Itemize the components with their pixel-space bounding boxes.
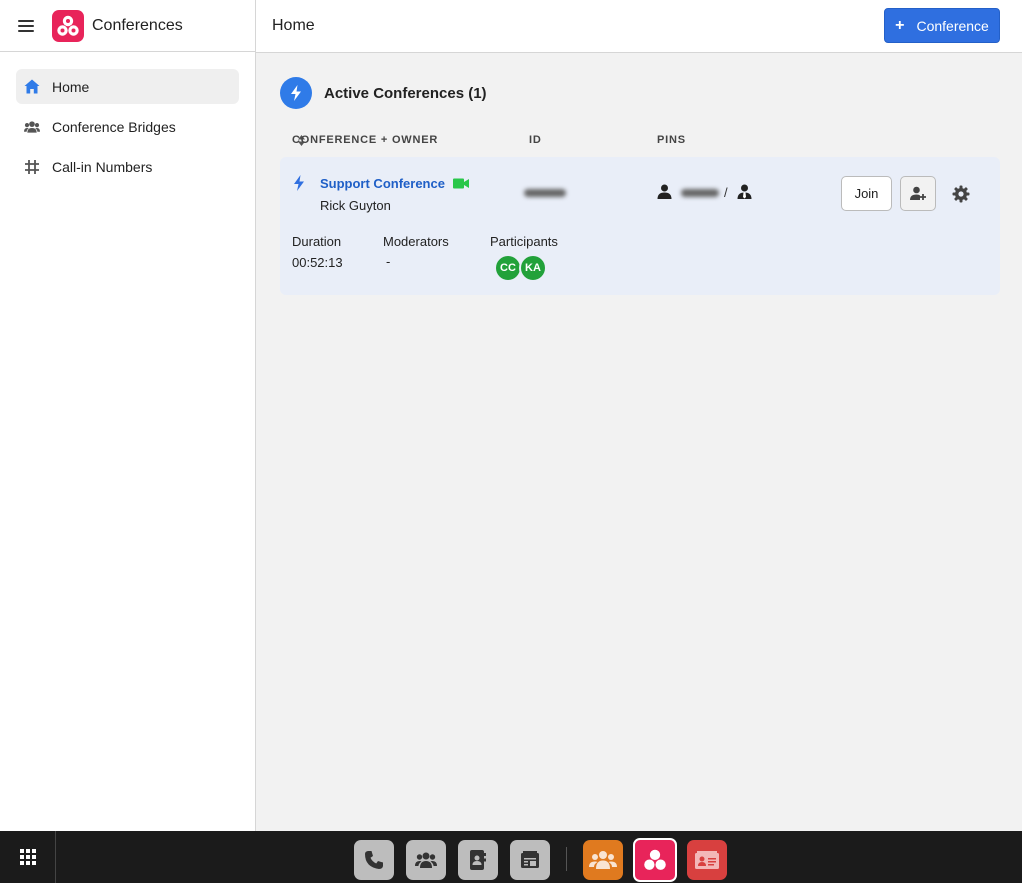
add-participant-button[interactable]: [900, 176, 936, 211]
conferences-logo-icon: [52, 9, 84, 42]
column-header-id: ID: [529, 134, 542, 146]
participants-label: Participants: [490, 234, 558, 249]
sidebar-item-label: Call-in Numbers: [52, 158, 153, 175]
directory-icon: [695, 851, 719, 869]
conference-owner: Rick Guyton: [320, 198, 391, 213]
phone-icon: [365, 851, 383, 869]
sidebar-item-label: Conference Bridges: [52, 118, 176, 135]
conferences-icon: [644, 849, 666, 870]
moderators-value: -: [386, 254, 391, 269]
plus-icon: +: [895, 16, 905, 34]
sidebar-header: Conferences: [0, 0, 255, 52]
dock-conferences-app[interactable]: [633, 838, 677, 882]
column-header-pins: PINS: [657, 134, 686, 146]
dock-fax-app[interactable]: [510, 840, 550, 880]
app-grid-icon[interactable]: [0, 831, 56, 883]
add-conference-label: Conference: [916, 17, 989, 34]
hash-icon: [24, 159, 40, 175]
dock-meetings-app[interactable]: [583, 840, 623, 880]
section-title: Active Conferences (1): [324, 84, 487, 102]
add-conference-button[interactable]: + Conference: [884, 8, 1000, 43]
dock-contacts-app[interactable]: [406, 840, 446, 880]
menu-icon[interactable]: [18, 19, 34, 32]
address-book-icon: [470, 850, 486, 870]
gear-icon[interactable]: [952, 185, 970, 203]
column-header-conference-owner[interactable]: CONFERENCE + OWNER: [292, 134, 437, 146]
lightning-icon: [294, 175, 304, 191]
sidebar-item-home[interactable]: Home: [16, 69, 239, 104]
dock-address-book-app[interactable]: [458, 840, 498, 880]
sidebar: Conferences Home Conference Bridges Call…: [0, 0, 256, 831]
sidebar-nav: Home Conference Bridges Call-in Numbers: [0, 52, 255, 184]
sidebar-item-conference-bridges[interactable]: Conference Bridges: [16, 109, 239, 144]
main-content: Active Conferences (1) CONFERENCE + OWNE…: [256, 53, 1022, 831]
conference-row: Support Conference Rick Guyton / Join Du…: [280, 157, 1000, 295]
participant-avatar[interactable]: KA: [519, 254, 547, 282]
page-title: Home: [272, 17, 315, 34]
app-dock: [0, 831, 1022, 883]
user-pin-icon: [657, 184, 672, 199]
app-title: Conferences: [92, 16, 183, 34]
fax-icon: [521, 851, 539, 868]
dock-phone-app[interactable]: [354, 840, 394, 880]
video-camera-icon: [453, 178, 469, 189]
sidebar-item-label: Home: [52, 78, 90, 95]
duration-value: 00:52:13: [292, 255, 343, 270]
contacts-group-icon: [415, 852, 437, 868]
sidebar-item-call-in-numbers[interactable]: Call-in Numbers: [16, 149, 239, 184]
pin-separator: /: [724, 185, 728, 200]
moderator-pin-icon: [737, 184, 752, 199]
users-icon: [24, 119, 40, 135]
dock-separator: [566, 847, 567, 871]
duration-label: Duration: [292, 234, 342, 249]
meetings-icon: [589, 851, 617, 869]
lightning-icon: [280, 77, 312, 109]
moderators-label: Moderators: [383, 234, 449, 249]
grid-icon: [19, 849, 36, 865]
top-bar: Home + Conference: [256, 0, 1022, 53]
column-header-label: CONFERENCE + OWNER: [292, 134, 439, 146]
conference-id-redacted: [524, 189, 566, 197]
participant-avatar[interactable]: CC: [494, 254, 522, 282]
user-pin-redacted: [681, 189, 719, 197]
add-user-icon: [909, 186, 926, 200]
home-icon: [24, 79, 40, 95]
conference-name-link[interactable]: Support Conference: [320, 176, 445, 191]
active-conferences-header: Active Conferences (1): [280, 77, 487, 109]
join-button[interactable]: Join: [841, 176, 892, 211]
dock-directory-app[interactable]: [687, 840, 727, 880]
